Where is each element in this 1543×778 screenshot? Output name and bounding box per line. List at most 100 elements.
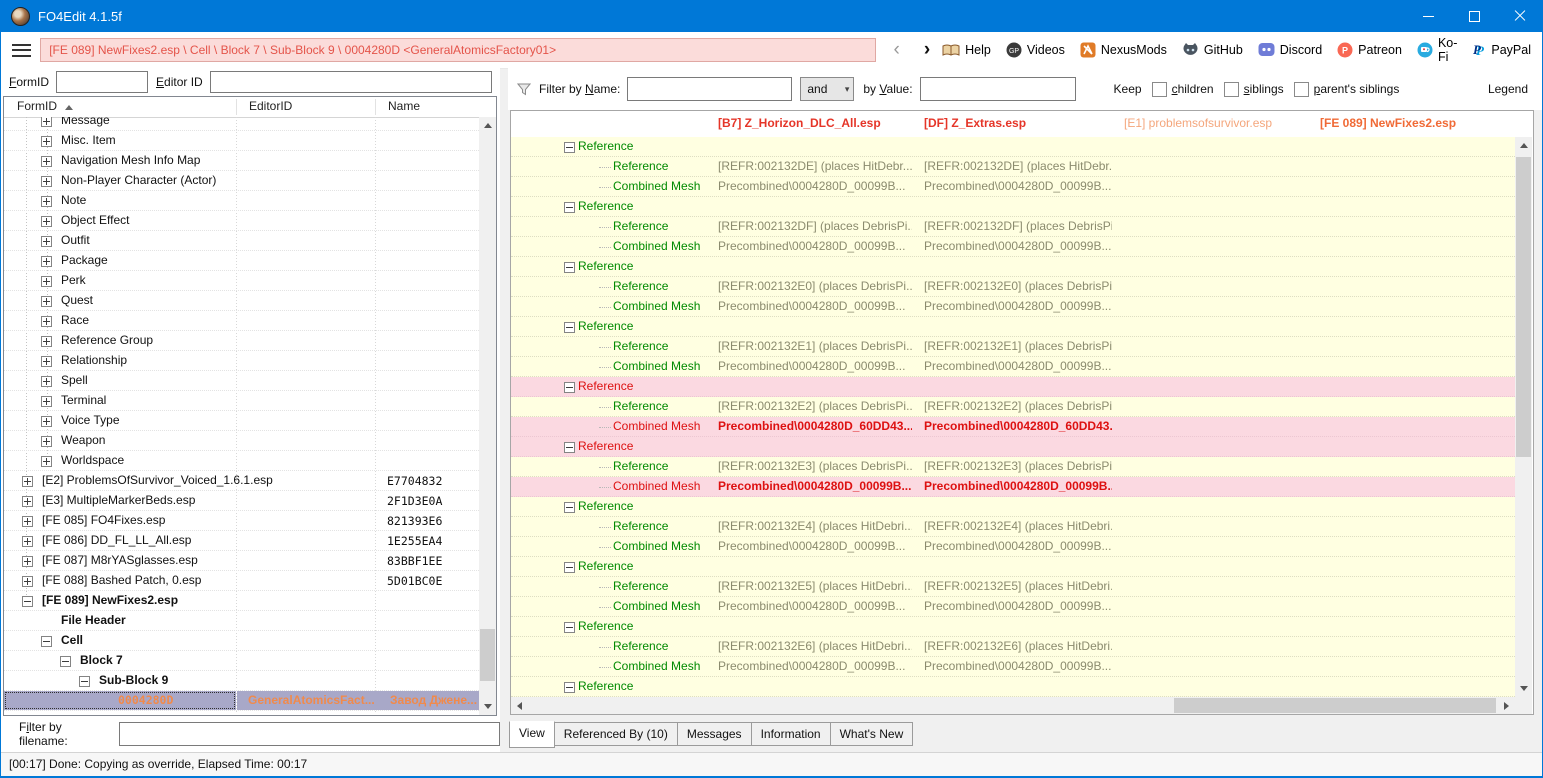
grid-row[interactable]: Combined MeshPrecombined\0004280D_60DD43…: [511, 417, 1515, 437]
grid-row[interactable]: Reference[REFR:002132E3] (places DebrisP…: [511, 457, 1515, 477]
scrollbar-thumb[interactable]: [1516, 157, 1531, 457]
tree-row[interactable]: File Header: [4, 611, 479, 631]
link-patreon[interactable]: PPatreon: [1337, 42, 1402, 58]
collapse-icon[interactable]: [564, 382, 575, 393]
scrollbar-thumb[interactable]: [1174, 698, 1496, 713]
cell-value-b7[interactable]: [REFR:002132E6] (places HitDebri...: [718, 639, 912, 653]
cell-value-b7[interactable]: Precombined\0004280D_60DD43...: [718, 419, 912, 433]
grid-row-reference-group[interactable]: Reference: [511, 197, 1515, 217]
cell-value-df[interactable]: Precombined\0004280D_00099B...: [924, 179, 1112, 193]
link-nexusmods[interactable]: NexusMods: [1080, 42, 1167, 58]
keep-children-checkbox[interactable]: children: [1152, 82, 1214, 97]
minimize-button[interactable]: [1405, 0, 1451, 32]
tree-row-selected[interactable]: 0004280DGeneralAtomicsFact...Завод Джене…: [4, 691, 479, 711]
collapse-icon[interactable]: [564, 682, 575, 693]
filter-name-input[interactable]: [627, 77, 792, 101]
expand-icon[interactable]: [41, 456, 52, 467]
cell-value-df[interactable]: [REFR:002132E5] (places HitDebri...: [924, 579, 1112, 593]
cell-value-df[interactable]: [REFR:002132E3] (places DebrisPi...: [924, 459, 1112, 473]
grid-row-reference-group[interactable]: Reference: [511, 317, 1515, 337]
checkbox-icon[interactable]: [1152, 82, 1167, 97]
grid-row-reference-group[interactable]: Reference: [511, 617, 1515, 637]
tree-row[interactable]: Voice Type: [4, 411, 479, 431]
grid-row[interactable]: Combined MeshPrecombined\0004280D_00099B…: [511, 657, 1515, 677]
cell-value-df[interactable]: [REFR:002132E6] (places HitDebri...: [924, 639, 1112, 653]
link-help[interactable]: Help: [942, 43, 991, 58]
selected-formid-cell[interactable]: 0004280D: [4, 691, 236, 710]
tab-what-s-new[interactable]: What's New: [831, 722, 914, 746]
tree-row[interactable]: [E3] MultipleMarkerBeds.esp2F1D3E0A: [4, 491, 479, 511]
tree-row[interactable]: Spell: [4, 371, 479, 391]
grid-row-reference-group[interactable]: Reference: [511, 437, 1515, 457]
grid-row-reference-group[interactable]: Reference: [511, 677, 1515, 697]
cell-value-df[interactable]: Precombined\0004280D_60DD43...: [924, 419, 1112, 433]
cell-value-b7[interactable]: Precombined\0004280D_00099B...: [718, 659, 912, 673]
collapse-icon[interactable]: [564, 262, 575, 273]
expand-icon[interactable]: [41, 416, 52, 427]
collapse-icon[interactable]: [564, 142, 575, 153]
expand-icon[interactable]: [41, 296, 52, 307]
tab-information[interactable]: Information: [752, 722, 831, 746]
tree-vertical-scrollbar[interactable]: [479, 117, 496, 715]
checkbox-icon[interactable]: [1294, 82, 1309, 97]
grid-row[interactable]: Reference[REFR:002132E5] (places HitDebr…: [511, 577, 1515, 597]
grid-row[interactable]: Combined MeshPrecombined\0004280D_00099B…: [511, 237, 1515, 257]
tree-row[interactable]: Terminal: [4, 391, 479, 411]
expand-icon[interactable]: [41, 316, 52, 327]
cell-value-b7[interactable]: Precombined\0004280D_00099B...: [718, 479, 912, 493]
cell-value-df[interactable]: [REFR:002132E1] (places DebrisPi...: [924, 339, 1112, 353]
expand-icon[interactable]: [41, 256, 52, 267]
tree-row[interactable]: Navigation Mesh Info Map: [4, 151, 479, 171]
column-header-formid[interactable]: FormID: [4, 97, 249, 116]
tree-row[interactable]: Cell: [4, 631, 479, 651]
expand-icon[interactable]: [22, 536, 33, 547]
cell-value-b7[interactable]: [REFR:002132DE] (places HitDebr...: [718, 159, 912, 173]
keep-parent-s-siblings-checkbox[interactable]: parent's siblings: [1294, 82, 1400, 97]
link-ko-fi[interactable]: Ko-Fi: [1417, 36, 1457, 64]
expand-icon[interactable]: [22, 496, 33, 507]
cell-value-b7[interactable]: [REFR:002132E0] (places DebrisPi...: [718, 279, 912, 293]
cell-value-df[interactable]: Precombined\0004280D_00099B...: [924, 359, 1112, 373]
maximize-button[interactable]: [1451, 0, 1497, 32]
grid-vertical-scrollbar[interactable]: [1515, 137, 1532, 697]
nav-forward-button[interactable]: ›: [912, 40, 942, 60]
cell-value-b7[interactable]: Precombined\0004280D_00099B...: [718, 359, 912, 373]
scroll-up-icon[interactable]: [479, 117, 496, 134]
cell-value-df[interactable]: [REFR:002132DF] (places DebrisPi...: [924, 219, 1112, 233]
cell-value-b7[interactable]: [REFR:002132E3] (places DebrisPi...: [718, 459, 912, 473]
expand-icon[interactable]: [41, 276, 52, 287]
tree-row[interactable]: Sub-Block 9: [4, 671, 479, 691]
cell-value-df[interactable]: Precombined\0004280D_00099B...: [924, 239, 1112, 253]
column-header-editorid[interactable]: EditorID: [236, 97, 388, 116]
collapse-icon[interactable]: [564, 202, 575, 213]
keep-siblings-checkbox[interactable]: siblings: [1224, 82, 1284, 97]
cell-value-df[interactable]: Precombined\0004280D_00099B...: [924, 479, 1112, 493]
cell-value-df[interactable]: Precombined\0004280D_00099B...: [924, 299, 1112, 313]
grid-row-reference-group[interactable]: Reference: [511, 377, 1515, 397]
cell-value-df[interactable]: [REFR:002132E0] (places DebrisPi...: [924, 279, 1112, 293]
tab-referenced-by-10[interactable]: Referenced By (10): [555, 722, 678, 746]
grid-horizontal-scrollbar[interactable]: [511, 697, 1515, 714]
expand-icon[interactable]: [41, 236, 52, 247]
grid-row-reference-group[interactable]: Reference: [511, 557, 1515, 577]
grid-column-header[interactable]: [DF] Z_Extras.esp: [915, 111, 1115, 136]
tree-row[interactable]: Quest: [4, 291, 479, 311]
grid-row[interactable]: Combined MeshPrecombined\0004280D_00099B…: [511, 537, 1515, 557]
filter-value-input[interactable]: [920, 77, 1076, 101]
collapse-icon[interactable]: [564, 562, 575, 573]
expand-icon[interactable]: [41, 396, 52, 407]
cell-value-df[interactable]: Precombined\0004280D_00099B...: [924, 539, 1112, 553]
tree-row[interactable]: [FE 089] NewFixes2.esp: [4, 591, 479, 611]
link-paypal[interactable]: PPPayPal: [1472, 42, 1531, 58]
cell-value-b7[interactable]: [REFR:002132E5] (places HitDebri...: [718, 579, 912, 593]
grid-row[interactable]: Reference[REFR:002132E0] (places DebrisP…: [511, 277, 1515, 297]
scroll-down-icon[interactable]: [1515, 680, 1532, 697]
collapse-icon[interactable]: [564, 442, 575, 453]
expand-icon[interactable]: [22, 476, 33, 487]
grid-row-reference-group[interactable]: Reference: [511, 257, 1515, 277]
cell-value-b7[interactable]: Precombined\0004280D_00099B...: [718, 179, 912, 193]
link-videos[interactable]: GPVideos: [1006, 42, 1065, 58]
cell-value-b7[interactable]: [REFR:002132E4] (places HitDebri...: [718, 519, 912, 533]
cell-value-df[interactable]: Precombined\0004280D_00099B...: [924, 659, 1112, 673]
grid-row-reference-group[interactable]: Reference: [511, 497, 1515, 517]
